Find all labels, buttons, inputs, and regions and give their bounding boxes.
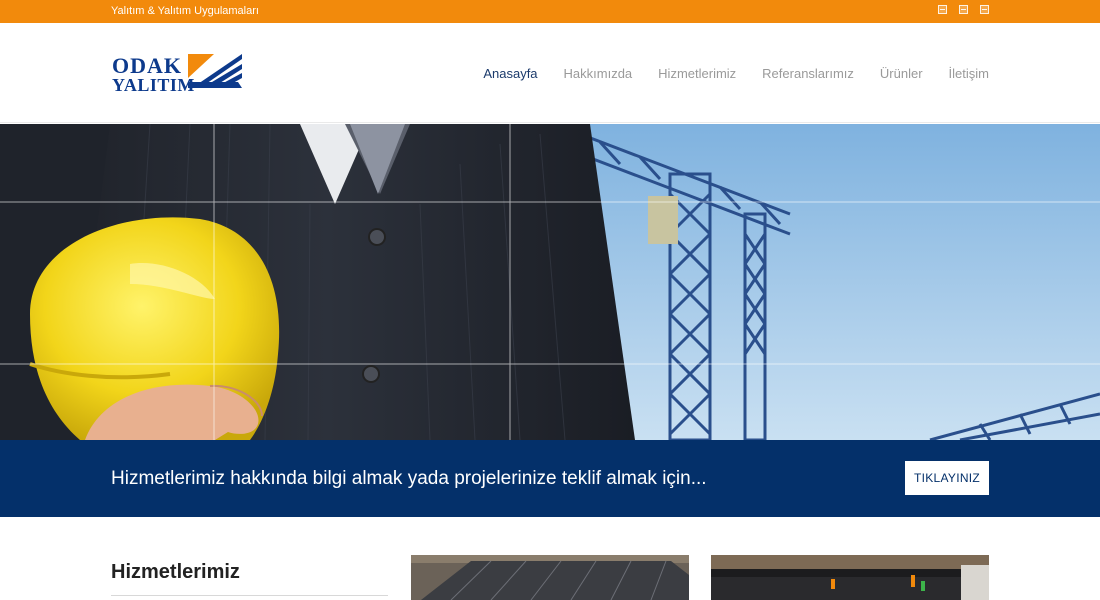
- service-thumbnail-2[interactable]: [711, 555, 989, 600]
- main-nav: Anasayfa Hakkımızda Hizmetlerimiz Refera…: [483, 66, 989, 81]
- social-links: [938, 5, 989, 14]
- services-divider: [111, 595, 388, 596]
- nav-item-anasayfa[interactable]: Anasayfa: [483, 66, 537, 81]
- nav-item-hakkimizda[interactable]: Hakkımızda: [564, 66, 633, 81]
- hero-image: [0, 124, 1100, 440]
- logo-emblem-icon: [188, 54, 242, 88]
- nav-item-hizmetlerimiz[interactable]: Hizmetlerimiz: [658, 66, 736, 81]
- logo-text-yalitim: YALITIM: [112, 75, 195, 95]
- nav-item-urunler[interactable]: Ürünler: [880, 66, 923, 81]
- site-tagline: Yalıtım & Yalıtım Uygulamaları: [111, 5, 259, 17]
- service-thumbnail-1[interactable]: [411, 555, 689, 600]
- social-icon-1[interactable]: [938, 5, 947, 14]
- cta-text: Hizmetlerimiz hakkında bilgi almak yada …: [111, 468, 707, 489]
- social-icon-3[interactable]: [980, 5, 989, 14]
- cta-button[interactable]: TIKLAYINIZ: [905, 461, 989, 495]
- top-bar: Yalıtım & Yalıtım Uygulamaları: [0, 0, 1100, 23]
- site-header: ODAK YALITIM Anasayfa Hakkımızda Hizmetl…: [0, 23, 1100, 123]
- nav-item-iletisim[interactable]: İletişim: [949, 66, 989, 81]
- social-icon-2[interactable]: [959, 5, 968, 14]
- cta-banner: Hizmetlerimiz hakkında bilgi almak yada …: [0, 440, 1100, 517]
- logo[interactable]: ODAK YALITIM: [112, 52, 247, 96]
- services-title: Hizmetlerimiz: [111, 561, 240, 583]
- nav-item-referanslarimiz[interactable]: Referanslarımız: [762, 66, 854, 81]
